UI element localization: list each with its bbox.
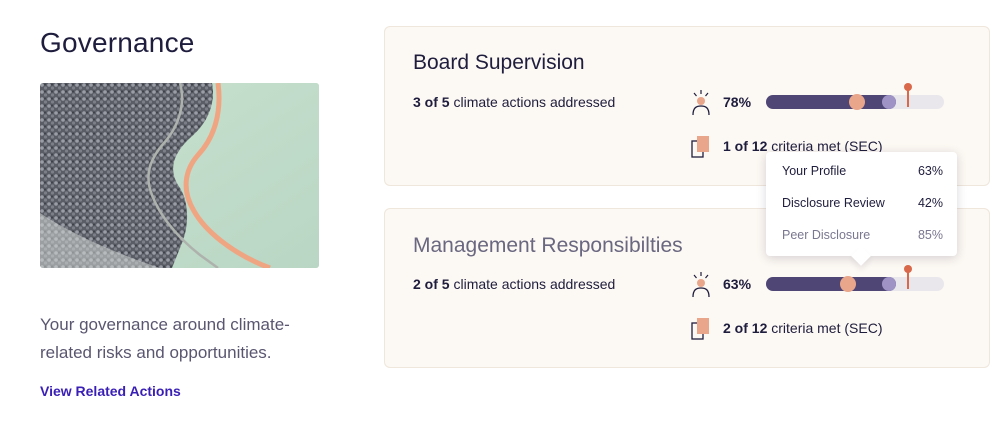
card-title: Management Responsibilties [413,234,683,257]
actions-addressed: 2 of 5 climate actions addressed [413,276,615,292]
criteria-met: 2 of 12 criteria met (SEC) [723,320,882,336]
progress-fill [766,277,896,291]
criteria-count: 1 of 12 [723,138,768,154]
your-profile-dot[interactable] [839,276,856,292]
disclosure-review-marker[interactable] [904,265,913,289]
progress-track[interactable] [766,83,944,110]
tooltip-label: Disclosure Review [782,196,885,210]
tooltip-row-peer-disclosure: Peer Disclosure 85% [782,228,943,246]
actions-count: 3 of 5 [413,94,450,110]
tooltip-label: Your Profile [782,164,847,178]
view-related-actions-link[interactable]: View Related Actions [40,383,181,399]
criteria-suffix: criteria met (SEC) [771,320,883,336]
actions-addressed: 3 of 5 climate actions addressed [413,94,615,110]
person-icon [692,272,710,298]
tooltip-value: 85% [917,228,943,242]
document-icon [691,136,709,158]
tooltip-row-your-profile: Your Profile 63% [782,164,943,182]
peer-disclosure-dot[interactable] [881,277,896,291]
actions-suffix: climate actions addressed [453,276,616,292]
actions-count: 2 of 5 [413,276,450,292]
tooltip-label: Peer Disclosure [782,228,871,242]
tooltip-value: 42% [917,196,943,210]
peer-disclosure-dot[interactable] [881,95,896,109]
tooltip-row-disclosure-review: Disclosure Review 42% [782,196,943,214]
card-title: Board Supervision [413,51,585,74]
hero-image [40,83,319,268]
progress-track[interactable] [766,265,944,292]
governance-description: Your governance around climate-related r… [40,315,290,362]
progress-tooltip: Your Profile 63% Disclosure Review 42% P… [766,152,957,256]
progress-fill [766,95,896,109]
criteria-count: 2 of 12 [723,320,768,336]
actions-suffix: climate actions addressed [453,94,616,110]
progress-percent: 78% [723,94,752,110]
tooltip-value: 63% [917,164,943,178]
person-icon [692,90,710,116]
your-profile-dot[interactable] [848,94,865,110]
page-title: Governance [40,27,195,58]
document-icon [691,318,709,340]
progress-percent: 63% [723,276,752,292]
disclosure-review-marker[interactable] [904,83,913,107]
